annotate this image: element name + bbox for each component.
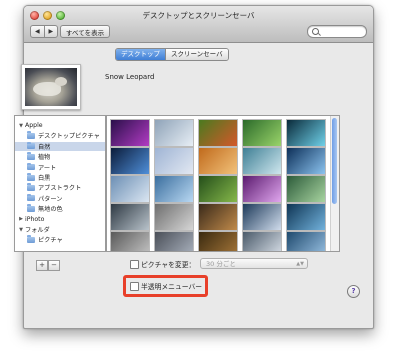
source-item[interactable]: 植物 bbox=[15, 152, 105, 161]
source-item-label: ピクチャ bbox=[38, 237, 63, 245]
popup-arrows-icon: ▲▼ bbox=[296, 261, 304, 267]
wallpaper-thumbnail[interactable] bbox=[287, 148, 325, 174]
forward-arrow-icon[interactable]: ▶ bbox=[43, 26, 58, 37]
source-item[interactable]: デスクトップピクチャ bbox=[15, 131, 105, 140]
wallpaper-thumbnail[interactable] bbox=[243, 204, 281, 230]
window-title: デスクトップとスクリーンセーバ bbox=[142, 11, 255, 20]
wallpaper-thumbnail[interactable] bbox=[199, 232, 237, 251]
change-picture-label: ピクチャを変更： bbox=[141, 261, 196, 269]
source-item-label: 植物 bbox=[38, 154, 51, 162]
disclosure-open-icon[interactable]: ▼ bbox=[17, 123, 25, 129]
wallpaper-thumbnail[interactable] bbox=[199, 204, 237, 230]
wallpaper-thumbnail[interactable] bbox=[155, 232, 193, 251]
source-item-label: アブストラクト bbox=[38, 185, 82, 193]
source-list: ▼ Apple デスクトップピクチャ 自然 植物 アート 白黒 アブストラクト パターン 無地の色… bbox=[14, 115, 106, 252]
wallpaper-thumbnail[interactable] bbox=[155, 120, 193, 146]
tab-desktop[interactable]: デスクトップ bbox=[116, 49, 165, 60]
source-item[interactable]: ▶ iPhoto bbox=[15, 215, 105, 224]
snow-leopard-image bbox=[25, 68, 77, 106]
translucent-menubar-label: 半透明メニューバー bbox=[141, 283, 203, 291]
wallpaper-thumbnail[interactable] bbox=[243, 232, 281, 251]
wallpaper-thumbnail[interactable] bbox=[111, 120, 149, 146]
wallpaper-thumbnail[interactable] bbox=[287, 232, 325, 251]
source-item[interactable]: 白黒 bbox=[15, 173, 105, 182]
folder-icon bbox=[27, 204, 35, 212]
source-item-label: Apple bbox=[25, 122, 43, 129]
source-item[interactable]: ▼ Apple bbox=[15, 121, 105, 130]
nav-buttons: ◀ ▶ bbox=[30, 25, 58, 38]
wallpaper-thumbnail[interactable] bbox=[199, 148, 237, 174]
disclosure-closed-icon[interactable]: ▶ bbox=[17, 216, 25, 222]
folder-icon bbox=[27, 173, 35, 181]
wallpaper-thumbnail[interactable] bbox=[287, 204, 325, 230]
show-all-button[interactable]: すべてを表示 bbox=[60, 25, 110, 38]
wallpaper-thumbnail[interactable] bbox=[111, 204, 149, 230]
picture-grid bbox=[106, 115, 340, 252]
source-item-label: デスクトップピクチャ bbox=[38, 133, 100, 141]
source-item[interactable]: パターン bbox=[15, 193, 105, 203]
wallpaper-thumbnail[interactable] bbox=[199, 120, 237, 146]
grid-scrollbar[interactable] bbox=[330, 116, 339, 251]
wallpaper-thumbnail[interactable] bbox=[155, 148, 193, 174]
help-button[interactable]: ? bbox=[347, 285, 360, 298]
folder-icon bbox=[27, 162, 35, 171]
source-item[interactable]: ▼ フォルダ bbox=[15, 225, 105, 235]
back-arrow-icon[interactable]: ◀ bbox=[31, 26, 44, 37]
wallpaper-thumbnail[interactable] bbox=[243, 148, 281, 174]
wallpaper-thumbnail[interactable] bbox=[111, 232, 149, 251]
translucent-menubar-checkbox[interactable] bbox=[130, 282, 139, 291]
interval-value: 30 分ごと bbox=[206, 260, 236, 268]
wallpaper-thumbnail[interactable] bbox=[155, 176, 193, 202]
source-item-label: 自然 bbox=[38, 143, 51, 151]
disclosure-open-icon[interactable]: ▼ bbox=[17, 227, 25, 233]
wallpaper-thumbnail[interactable] bbox=[287, 120, 325, 146]
titlebar: デスクトップとスクリーンセーバ ◀ ▶ すべてを表示 bbox=[24, 6, 373, 43]
folder-icon bbox=[27, 193, 35, 202]
folder-icon bbox=[27, 235, 35, 243]
search-icon bbox=[312, 28, 319, 35]
current-picture-preview bbox=[21, 64, 81, 110]
source-item-label: 無地の色 bbox=[38, 206, 63, 214]
source-item-label: パターン bbox=[38, 195, 63, 203]
source-item-label: アート bbox=[38, 164, 57, 172]
source-item[interactable]: アブストラクト bbox=[15, 183, 105, 192]
wallpaper-thumbnail[interactable] bbox=[155, 204, 193, 230]
source-item[interactable]: 無地の色 bbox=[15, 204, 105, 213]
source-item-label: フォルダ bbox=[25, 227, 50, 234]
search-field[interactable] bbox=[307, 25, 367, 38]
scroll-thumb[interactable] bbox=[332, 118, 337, 204]
source-item-label: 白黒 bbox=[38, 175, 51, 182]
folder-icon bbox=[27, 131, 35, 139]
wallpaper-thumbnail[interactable] bbox=[243, 176, 281, 202]
remove-folder-button[interactable]: − bbox=[48, 260, 60, 271]
tab-bar: デスクトップ スクリーンセーバ bbox=[115, 48, 229, 61]
wallpaper-thumbnail[interactable] bbox=[287, 176, 325, 202]
folder-icon bbox=[27, 141, 35, 150]
folder-icon bbox=[27, 152, 35, 160]
source-item[interactable]: ピクチャ bbox=[15, 235, 105, 244]
current-picture-name: Snow Leopard bbox=[105, 73, 155, 81]
interval-popup[interactable]: 30 分ごと ▲▼ bbox=[200, 258, 308, 269]
wallpaper-thumbnail[interactable] bbox=[199, 176, 237, 202]
change-picture-checkbox[interactable] bbox=[130, 260, 139, 269]
source-item-label: iPhoto bbox=[25, 215, 45, 223]
source-item[interactable]: アート bbox=[15, 162, 105, 172]
wallpaper-thumbnail[interactable] bbox=[243, 120, 281, 146]
folder-icon bbox=[27, 183, 35, 191]
source-item[interactable]: 自然 bbox=[15, 141, 105, 151]
wallpaper-thumbnail[interactable] bbox=[111, 176, 149, 202]
wallpaper-thumbnail[interactable] bbox=[111, 148, 149, 174]
add-folder-button[interactable]: + bbox=[36, 260, 48, 271]
tab-screensaver[interactable]: スクリーンセーバ bbox=[165, 49, 228, 60]
